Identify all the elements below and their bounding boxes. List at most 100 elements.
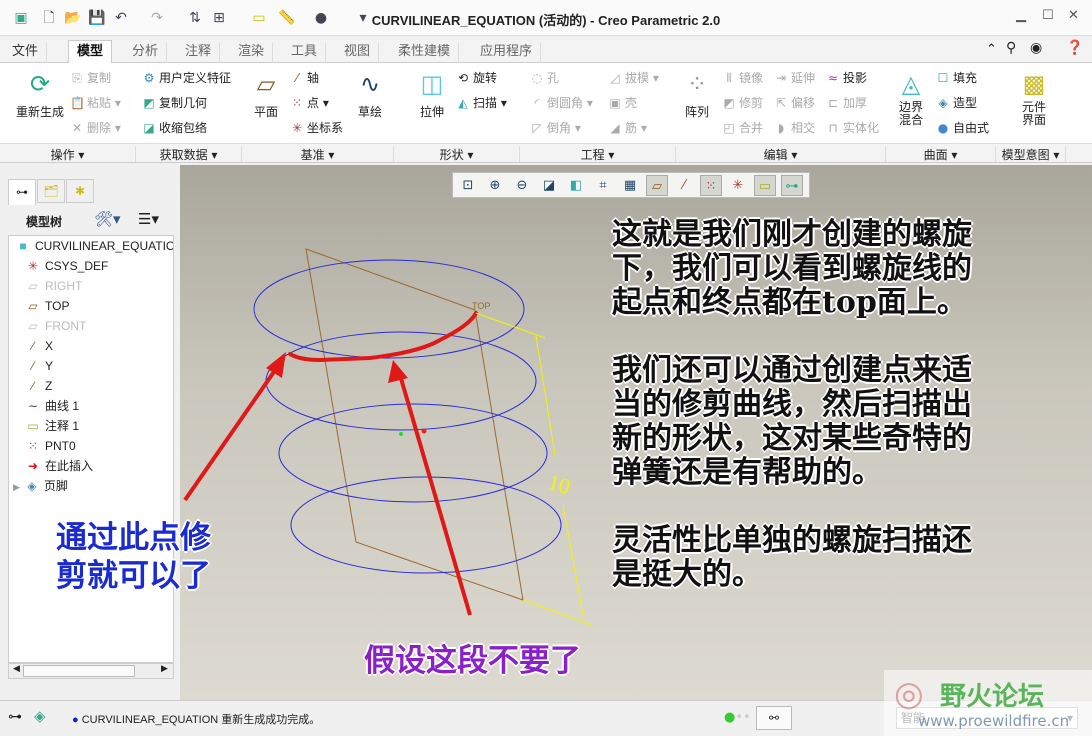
tree-item-front[interactable]: ▱ FRONT — [23, 316, 86, 336]
close-button[interactable]: ✕ — [1068, 8, 1079, 23]
offset-button[interactable]: ⇱ 偏移 — [774, 94, 815, 111]
group-get-data[interactable]: 获取数据 ▾ — [136, 146, 242, 162]
plane-button[interactable]: ▱ 平面 — [246, 69, 286, 120]
tree-item-x[interactable]: ⁄ X — [23, 336, 53, 356]
model-tree-tab[interactable]: ⊶ — [8, 179, 36, 205]
group-datum[interactable]: 基准 ▾ — [242, 146, 394, 162]
project-button[interactable]: ≈ 投影 — [826, 69, 867, 86]
delete-button[interactable]: ✕ 删除 ▾ — [70, 119, 121, 136]
tab-tools[interactable]: 工具 — [283, 43, 327, 63]
tab-applications[interactable]: 应用程序 — [472, 43, 542, 63]
udf-button[interactable]: ⚙ 用户定义特征 — [142, 69, 231, 86]
tree-show-icon[interactable]: ☰▾ — [138, 210, 159, 228]
tree-horizontal-scrollbar[interactable]: ◀ ▶ — [8, 663, 174, 679]
saved-views-icon[interactable]: ⌗ — [592, 175, 614, 196]
tree-item-top[interactable]: ▱ TOP — [23, 296, 69, 316]
minimize-button[interactable]: ▁ — [1016, 8, 1026, 23]
rib-button[interactable]: ◢ 筋 ▾ — [608, 119, 646, 136]
folder-browser-tab[interactable]: 🗂 — [37, 179, 65, 203]
copy-button[interactable]: ⎘ 复制 — [70, 69, 111, 86]
zoom-out-icon[interactable]: ⊖ — [511, 175, 533, 196]
tab-annotate[interactable]: 注释 — [177, 43, 221, 63]
maximize-button[interactable]: ☐ — [1042, 8, 1054, 23]
expand-icon[interactable]: ▶ — [13, 482, 20, 492]
annotation-display-icon[interactable]: ▭ — [754, 175, 776, 196]
view-manager-icon[interactable]: ▦ — [619, 175, 641, 196]
tree-item-footer[interactable]: ▶ ◈ 页脚 — [13, 476, 68, 496]
fill-button[interactable]: ☐ 填充 — [936, 69, 977, 86]
dimension-value[interactable]: 10 — [545, 469, 573, 499]
search-icon[interactable]: ⚲ — [1006, 40, 1016, 56]
group-shapes[interactable]: 形状 ▾ — [394, 146, 520, 162]
navigator-toggle-icon[interactable]: ⊶ — [8, 709, 22, 725]
pattern-button[interactable]: ⁘ 阵列 — [680, 69, 714, 120]
tab-flexible-modeling[interactable]: 柔性建模 — [390, 43, 460, 63]
shrinkwrap-button[interactable]: ◪ 收缩包络 — [142, 119, 207, 136]
repaint-icon[interactable]: ◪ — [538, 175, 560, 196]
csys-display-icon[interactable]: ✳ — [727, 175, 749, 196]
revolve-button[interactable]: ⟲ 旋转 — [456, 69, 497, 86]
thicken-button[interactable]: ⊏ 加厚 — [826, 94, 867, 111]
tree-item-z[interactable]: ⁄ Z — [23, 376, 52, 396]
pnt0-point[interactable] — [421, 428, 427, 434]
tab-analysis[interactable]: 分析 — [124, 43, 168, 63]
sketch-button[interactable]: ∿ 草绘 — [350, 69, 390, 120]
trim-button[interactable]: ◩ 修剪 — [722, 94, 763, 111]
tab-file[interactable]: 文件 — [4, 43, 48, 63]
intersect-button[interactable]: ◗ 相交 — [774, 119, 815, 136]
spin-center-icon[interactable]: ⊶ — [781, 175, 803, 196]
graphics-area[interactable]: TOP 10 这就是我们刚才创建的螺旋 下，我们可以看到螺旋线的 起点和终点都在to… — [56, 165, 1092, 700]
tree-item-csys[interactable]: ✳ CSYS_DEF — [23, 256, 108, 276]
round-button[interactable]: ◜ 倒圆角 ▾ — [530, 94, 593, 111]
tree-item-pnt0[interactable]: ⁙ PNT0 — [23, 436, 76, 456]
tree-item-y[interactable]: ⁄ Y — [23, 356, 53, 376]
extrude-button[interactable]: ◫ 拉伸 — [410, 69, 454, 120]
group-engineering[interactable]: 工程 ▾ — [520, 146, 676, 162]
component-interface-button[interactable]: ▩ 元件 界面 — [1014, 69, 1054, 127]
tab-view[interactable]: 视图 — [336, 43, 380, 63]
boundary-blend-button[interactable]: ◬ 边界 混合 — [894, 69, 928, 127]
tree-item-note[interactable]: ▭ 注释 1 — [23, 416, 79, 436]
sweep-button[interactable]: ◭ 扫描 ▾ — [456, 94, 506, 111]
favorites-tab[interactable]: ✱ — [66, 179, 94, 203]
draft-button[interactable]: ◿ 拔模 ▾ — [608, 69, 658, 86]
tree-item-part[interactable]: ■ CURVILINEAR_EQUATION — [13, 236, 173, 256]
refit-icon[interactable]: ⊡ — [457, 175, 479, 196]
tree-item-insert-here[interactable]: ➜ 在此插入 — [23, 456, 93, 476]
helix-turn[interactable] — [290, 476, 562, 574]
extend-button[interactable]: ⇥ 延伸 — [774, 69, 815, 86]
merge-button[interactable]: ◰ 合并 — [722, 119, 763, 136]
selection-filter-dropdown[interactable]: 智能 ▾ — [896, 707, 1078, 729]
chamfer-button[interactable]: ◸ 倒角 ▾ — [530, 119, 580, 136]
hole-button[interactable]: ◌ 孔 — [530, 69, 559, 86]
zoom-in-icon[interactable]: ⊕ — [484, 175, 506, 196]
point-button[interactable]: ⁙ 点 ▾ — [290, 94, 329, 111]
axis-button[interactable]: ⁄ 轴 — [290, 69, 319, 86]
solidify-button[interactable]: ⊓ 实体化 — [826, 119, 879, 136]
display-style-icon[interactable]: ◧ — [565, 175, 587, 196]
point-display-icon[interactable]: ⁙ — [700, 175, 722, 196]
mirror-button[interactable]: ⫴ 镜像 — [722, 69, 763, 86]
copy-geometry-button[interactable]: ◩ 复制几何 — [142, 94, 207, 111]
scrollbar-thumb[interactable] — [23, 665, 135, 677]
group-operations[interactable]: 操作 ▾ — [0, 146, 136, 162]
tab-render[interactable]: 渲染 — [230, 43, 274, 63]
collapse-ribbon-icon[interactable]: ⌃ — [986, 42, 997, 57]
tree-item-curve[interactable]: ∼ 曲线 1 — [23, 396, 79, 416]
group-editing[interactable]: 编辑 ▾ — [676, 146, 886, 162]
plane-display-icon[interactable]: ▱ — [646, 175, 668, 196]
tree-item-right[interactable]: ▱ RIGHT — [23, 276, 82, 296]
group-surfaces[interactable]: 曲面 ▾ — [886, 146, 996, 162]
help-icon[interactable]: ❓ — [1066, 40, 1083, 56]
community-icon[interactable]: ◉ — [1030, 40, 1042, 56]
freestyle-button[interactable]: ● 自由式 — [936, 119, 989, 136]
tab-model[interactable]: 模型 — [68, 40, 113, 64]
paste-button[interactable]: 📋 粘贴 ▾ — [70, 94, 121, 111]
shell-button[interactable]: ▣ 壳 — [608, 94, 637, 111]
group-model-intent[interactable]: 模型意图 ▾ — [996, 146, 1066, 162]
browser-toggle-icon[interactable]: ◈ — [34, 707, 46, 725]
find-button[interactable]: ⚯ — [756, 706, 792, 730]
style-button[interactable]: ◈ 造型 — [936, 94, 977, 111]
regenerate-button[interactable]: ⟳ 重新生成 — [8, 69, 72, 120]
tree-settings-icon[interactable]: 🛠▾ — [94, 210, 121, 228]
